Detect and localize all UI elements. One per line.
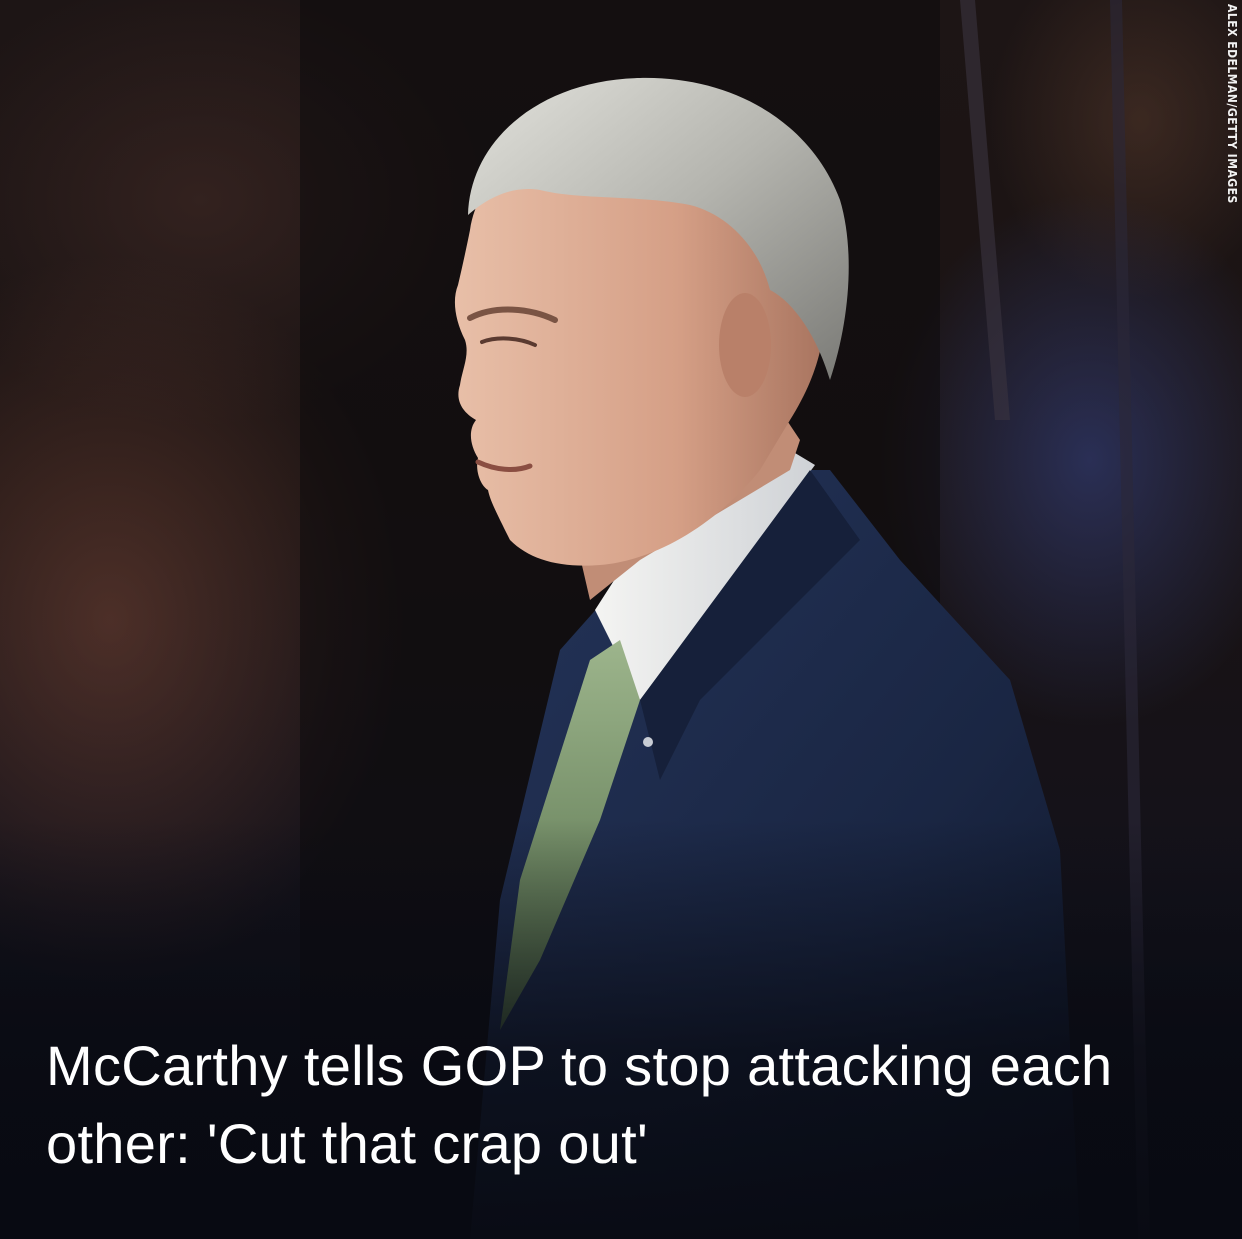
- ear: [719, 293, 771, 397]
- headline[interactable]: McCarthy tells GOP to stop attacking eac…: [46, 1027, 1196, 1183]
- lapel-pin: [643, 737, 653, 747]
- news-card[interactable]: ALEX EDELMAN/GETTY IMAGES McCarthy tells…: [0, 0, 1242, 1239]
- photo-credit: ALEX EDELMAN/GETTY IMAGES: [1225, 4, 1239, 204]
- background-pole: [960, 0, 1010, 420]
